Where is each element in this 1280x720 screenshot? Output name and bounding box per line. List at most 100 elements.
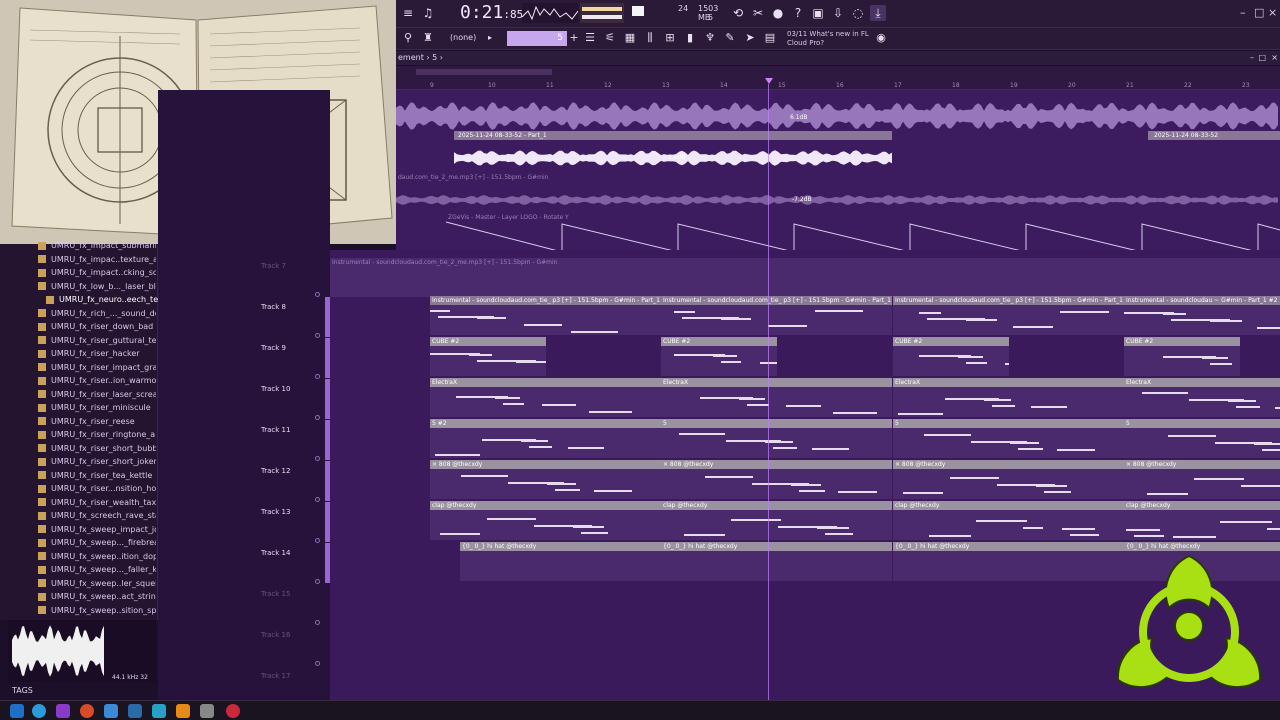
add-pattern-icon[interactable]: +: [566, 30, 582, 46]
edge-icon[interactable]: [32, 704, 46, 718]
export-icon[interactable]: ⇩: [830, 5, 846, 21]
browser-item[interactable]: UMRU_fx_riser_short_joker: [38, 455, 156, 468]
document-icon[interactable]: ▮: [682, 30, 698, 46]
track-label[interactable]: Track 7: [261, 262, 286, 270]
track-mute-icon[interactable]: [315, 661, 320, 666]
browser-item[interactable]: UMRU_fx_neuro..eech_texture: [46, 293, 164, 306]
chat-icon[interactable]: ◌: [850, 5, 866, 21]
tags-label[interactable]: TAGS: [12, 686, 33, 695]
pattern-clip[interactable]: CUBE #2: [1124, 337, 1240, 376]
track-mute-icon[interactable]: [315, 456, 320, 461]
settings-icon[interactable]: [200, 704, 214, 718]
pattern-clip[interactable]: Instrumental - soundcloudaud.com_tie_ p3…: [430, 296, 661, 335]
browser-item[interactable]: UMRU_fx_riser_guttural_texture: [38, 334, 156, 347]
mixer-icon[interactable]: ⫼: [642, 30, 658, 46]
track-label[interactable]: Track 16: [261, 631, 290, 639]
browser-item[interactable]: UMRU_fx_riser_down_bad: [38, 320, 156, 333]
app-icon[interactable]: [56, 704, 70, 718]
track-mute-icon[interactable]: [315, 497, 320, 502]
browser-item[interactable]: UMRU_fx_riser_short_bubbler: [38, 442, 156, 455]
pattern-clip[interactable]: ElectraX: [1124, 378, 1280, 417]
song-mode-icon[interactable]: ♫: [420, 5, 436, 21]
browser-item[interactable]: UMRU_fx_sweep_impact_joker: [38, 523, 156, 536]
pattern-clip[interactable]: Instrumental - soundcloudaud.com_tie_ p3…: [893, 296, 1124, 335]
globe-icon[interactable]: ◉: [873, 30, 889, 46]
playhead-line[interactable]: [768, 84, 769, 700]
pattern-clip[interactable]: CUBE #2: [661, 337, 777, 376]
cut-icon[interactable]: ✂: [750, 5, 766, 21]
plugin-icon[interactable]: ♆: [702, 30, 718, 46]
pattern-clip[interactable]: 5: [661, 419, 892, 458]
track-label[interactable]: Track 12: [261, 467, 290, 475]
stamp-icon[interactable]: ♜: [420, 30, 436, 46]
folder-icon[interactable]: [104, 704, 118, 718]
pattern-clip[interactable]: {0_ 0_} hi hat @thecxdy: [460, 542, 661, 581]
pattern-clip[interactable]: × 808 @thecxdy: [430, 460, 661, 499]
browser-item[interactable]: UMRU_fx_rich_..._sound_design: [38, 307, 156, 320]
scroll-thumb[interactable]: [416, 69, 552, 75]
fl-studio-icon[interactable]: [176, 704, 190, 718]
mic-icon[interactable]: ●: [770, 5, 786, 21]
pattern-clip[interactable]: CUBE #2: [893, 337, 1009, 376]
browser-item[interactable]: UMRU_fx_riser..ion_warmonger: [38, 374, 156, 387]
chrome-icon[interactable]: [80, 704, 94, 718]
pattern-clip[interactable]: × 808 @thecxdy: [661, 460, 892, 499]
browser-item[interactable]: UMRU_fx_impac..texture_alarm: [38, 253, 156, 266]
song-position-display[interactable]: 0:21:85: [460, 2, 523, 23]
browser-item[interactable]: UMRU_fx_sweep..ler_squelcher: [38, 577, 156, 590]
pattern-none-label[interactable]: (none): [450, 33, 476, 42]
menu-icon[interactable]: ≡: [400, 5, 416, 21]
track-label[interactable]: Track 8: [261, 303, 286, 311]
pattern-clip[interactable]: × 808 @thecxdy: [893, 460, 1124, 499]
breadcrumb[interactable]: ement › 5 ›: [398, 53, 443, 62]
browser-item[interactable]: UMRU_fx_low_b..._laser_blaster: [38, 280, 156, 293]
browser-item[interactable]: UMRU_fx_sweep..._faller_kettle: [38, 563, 156, 576]
pattern-clip[interactable]: Instrumental - soundcloudaud.com_tie_2_m…: [330, 258, 1280, 297]
track-mute-icon[interactable]: [315, 538, 320, 543]
timeline-ruler[interactable]: 9 10 11 12 13 14 15 16 17 18 19 20 21 22 23: [396, 66, 1280, 90]
playlist-close-icon[interactable]: ×: [1271, 51, 1278, 65]
track-label[interactable]: Track 9: [261, 344, 286, 352]
browser-item[interactable]: UMRU_fx_sweep..ition_doppler: [38, 550, 156, 563]
pattern-clip[interactable]: ElectraX: [430, 378, 661, 417]
news-panel[interactable]: 03/11 What's new in FL Cloud Pro?: [787, 30, 869, 48]
sample-waveform-preview[interactable]: [8, 620, 156, 682]
explorer-icon[interactable]: [128, 704, 142, 718]
browser-item[interactable]: UMRU_fx_sweep..sition_sparks: [38, 604, 156, 617]
browser-icon[interactable]: ⊞: [662, 30, 678, 46]
browser-item[interactable]: UMRU_fx_riser_impact_grainy: [38, 361, 156, 374]
tools-icon[interactable]: ✎: [722, 30, 738, 46]
piano-roll-icon[interactable]: ⚟: [602, 30, 618, 46]
clip-lfo-label[interactable]: ZGeVis - Master - Layer LOGO - Rotate Y: [448, 214, 569, 221]
pattern-clip[interactable]: {0_ 0_} hi hat @thecxdy: [661, 542, 892, 581]
pattern-clip[interactable]: ElectraX: [893, 378, 1124, 417]
arrangement-upper[interactable]: 6.1dB 2025-11-24 08-33-52 - Part_1 2025-…: [396, 90, 1280, 250]
shop-icon[interactable]: ▤: [762, 30, 778, 46]
channel-rack-icon[interactable]: ▦: [622, 30, 638, 46]
track-label[interactable]: Track 17: [261, 672, 290, 680]
browser-item[interactable]: UMRU_fx_riser_miniscule: [38, 401, 156, 414]
track-mute-icon[interactable]: [315, 292, 320, 297]
track-label[interactable]: Track 10: [261, 385, 290, 393]
browser-item[interactable]: UMRU_fx_riser_wealth_tax: [38, 496, 156, 509]
track-label[interactable]: Track 13: [261, 508, 290, 516]
save-icon[interactable]: ▣: [810, 5, 826, 21]
undo-icon[interactable]: ⟲: [730, 5, 746, 21]
track-mute-icon[interactable]: [315, 415, 320, 420]
close-icon[interactable]: ×: [1268, 6, 1277, 19]
pattern-clip[interactable]: clap @thecxdy: [661, 501, 892, 540]
arrow-right-icon[interactable]: ▸: [482, 30, 498, 46]
clip-part1b-label[interactable]: 2025-11-24 08-33-52: [1154, 132, 1218, 139]
obs-icon[interactable]: [226, 704, 240, 718]
pattern-clip[interactable]: 5: [893, 419, 1124, 458]
track-mute-icon[interactable]: [315, 579, 320, 584]
playhead-marker-icon[interactable]: [765, 78, 773, 84]
clip-part1-label[interactable]: 2025-11-24 08-33-52 - Part_1: [458, 132, 547, 139]
browser-item[interactable]: UMRU_fx_riser_laser_scream: [38, 388, 156, 401]
pattern-selector[interactable]: 5: [507, 31, 567, 46]
maximize-icon[interactable]: □: [1254, 6, 1264, 19]
pattern-clip[interactable]: 5: [1124, 419, 1280, 458]
marker-icon[interactable]: ➤: [742, 30, 758, 46]
track-mute-icon[interactable]: [315, 333, 320, 338]
browser-item[interactable]: UMRU_fx_sweep..._firebreather: [38, 536, 156, 549]
